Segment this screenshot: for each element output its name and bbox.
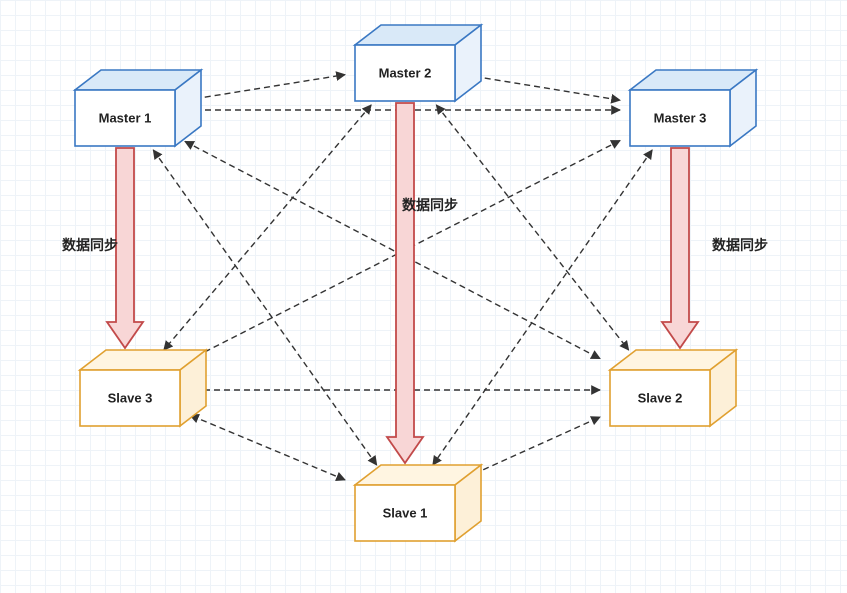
- mesh-connection: [185, 141, 600, 358]
- replication-arrow: [387, 103, 423, 463]
- master1-node: [75, 70, 201, 146]
- mesh-connection: [436, 105, 628, 350]
- mesh-connection: [164, 105, 371, 350]
- master2-node: [355, 25, 481, 101]
- replication-arrow: [662, 148, 698, 348]
- slave2-node: [610, 350, 736, 426]
- slave3-node: [80, 350, 206, 426]
- mesh-connection: [465, 75, 620, 100]
- mesh-connection: [190, 415, 345, 480]
- slave1-node: [355, 465, 481, 541]
- master3-node: [630, 70, 756, 146]
- replication-arrow: [107, 148, 143, 348]
- mesh-connection: [185, 75, 345, 101]
- mesh-connection: [465, 417, 600, 478]
